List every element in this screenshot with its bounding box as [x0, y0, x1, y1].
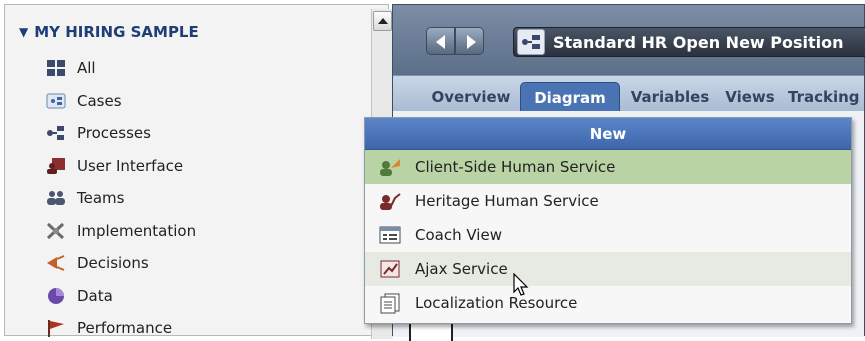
- menu-item-localization-resource[interactable]: Localization Resource: [365, 286, 851, 320]
- library-panel: ▼ MY HIRING SAMPLE All Cases Processes U…: [4, 4, 393, 339]
- library-item-label: Processes: [77, 124, 151, 143]
- editor-tabs: Overview Diagram Variables Views Trackin…: [393, 75, 865, 112]
- library-item-label: User Interface: [77, 156, 184, 175]
- arrow-right-icon: [467, 35, 476, 49]
- menu-item-ajax-service[interactable]: Ajax Service: [365, 252, 851, 286]
- tab-overview[interactable]: Overview: [428, 82, 514, 112]
- forward-button[interactable]: [455, 27, 484, 55]
- library-item-processes[interactable]: Processes: [45, 117, 196, 150]
- client-side-human-service-icon: [378, 156, 402, 178]
- cases-icon: [45, 91, 67, 111]
- library-list: All Cases Processes User Interface Teams: [45, 52, 196, 341]
- library-item-data[interactable]: Data: [45, 280, 196, 313]
- scroll-up-arrow-icon[interactable]: [373, 11, 392, 31]
- flag-icon: [45, 318, 67, 338]
- menu-item-label: Client-Side Human Service: [415, 158, 616, 176]
- library-item-teams[interactable]: Teams: [45, 182, 196, 215]
- process-icon: [45, 123, 67, 143]
- back-button[interactable]: [426, 27, 455, 55]
- collapse-triangle-icon[interactable]: ▼: [19, 25, 28, 39]
- library-item-label: All: [77, 59, 96, 78]
- library-item-performance[interactable]: Performance: [45, 312, 196, 341]
- menu-header: New: [365, 118, 851, 150]
- tab-views[interactable]: Views: [722, 82, 778, 112]
- library-item-label: Decisions: [77, 254, 149, 273]
- process-icon: [517, 29, 545, 55]
- ajax-service-icon: [378, 258, 402, 280]
- tab-tracking[interactable]: Tracking: [788, 82, 865, 112]
- artifact-title: Standard HR Open New Position: [553, 32, 844, 52]
- tools-icon: [45, 221, 67, 241]
- library-item-label: Teams: [77, 189, 125, 208]
- menu-list: Client-Side Human Service Heritage Human…: [365, 150, 851, 320]
- library-header[interactable]: ▼ MY HIRING SAMPLE: [19, 23, 199, 41]
- heritage-human-service-icon: [378, 190, 402, 212]
- library-item-implementation[interactable]: Implementation: [45, 215, 196, 248]
- library-item-label: Cases: [77, 91, 122, 110]
- grid-icon: [45, 58, 67, 78]
- library-header-label: MY HIRING SAMPLE: [34, 23, 199, 41]
- menu-item-label: Coach View: [415, 226, 502, 244]
- new-artifact-menu: New Client-Side Human Service Heritage H…: [364, 117, 852, 324]
- library-item-label: Implementation: [77, 221, 197, 240]
- menu-item-client-side-human-service[interactable]: Client-Side Human Service: [365, 150, 851, 184]
- library-item-label: Performance: [77, 319, 173, 338]
- menu-item-label: Ajax Service: [415, 260, 508, 278]
- editor-toolbar: Standard HR Open New Position: [393, 5, 865, 75]
- library-item-decisions[interactable]: Decisions: [45, 247, 196, 280]
- library-item-label: Data: [77, 286, 113, 305]
- library-item-all[interactable]: All: [45, 52, 196, 85]
- tab-variables[interactable]: Variables: [628, 82, 712, 112]
- arrow-left-icon: [436, 35, 445, 49]
- diagram-element[interactable]: [409, 321, 453, 341]
- localization-resource-icon: [378, 292, 402, 314]
- artifact-title-bar[interactable]: Standard HR Open New Position: [513, 27, 865, 57]
- decisions-icon: [45, 253, 67, 273]
- data-icon: [45, 286, 67, 306]
- menu-item-heritage-human-service[interactable]: Heritage Human Service: [365, 184, 851, 218]
- menu-item-label: Localization Resource: [415, 294, 578, 312]
- library-item-user-interface[interactable]: User Interface: [45, 150, 196, 183]
- teams-icon: [45, 188, 67, 208]
- user-interface-icon: [45, 156, 67, 176]
- library-item-cases[interactable]: Cases: [45, 85, 196, 118]
- tab-diagram[interactable]: Diagram: [520, 82, 620, 112]
- menu-item-label: Heritage Human Service: [415, 192, 599, 210]
- coach-view-icon: [378, 224, 402, 246]
- menu-item-coach-view[interactable]: Coach View: [365, 218, 851, 252]
